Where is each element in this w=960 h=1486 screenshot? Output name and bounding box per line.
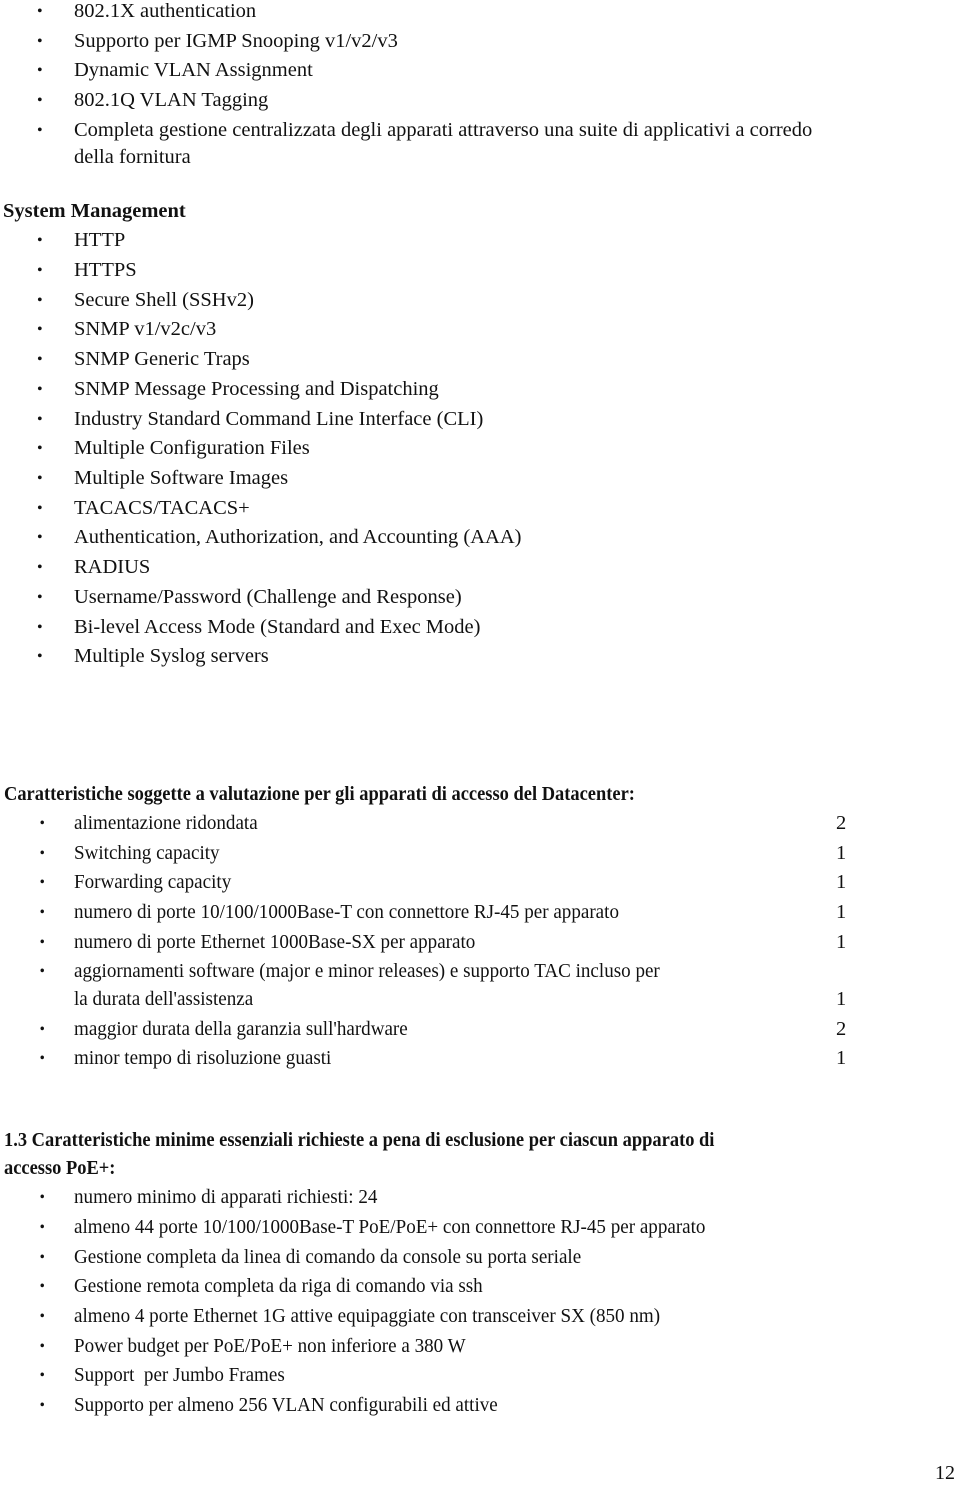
list-item: • Dynamic VLAN Assignment bbox=[37, 56, 313, 86]
score-value: 2 bbox=[836, 1018, 847, 1040]
list-item-continuation: la durata dell'assistenza bbox=[74, 988, 254, 1010]
list-item: • RADIUS bbox=[37, 553, 150, 583]
list-item: • Gestione completa da linea di comando d… bbox=[40, 1243, 582, 1273]
list-item: • alimentazione ridondata bbox=[40, 809, 258, 839]
list-item: • Gestione remota completa da riga di com… bbox=[40, 1272, 483, 1302]
list-item: • almeno 4 porte Ethernet 1G attive equip… bbox=[40, 1302, 660, 1332]
list-item: • HTTPS bbox=[37, 256, 137, 286]
page-number: 12 bbox=[935, 1462, 955, 1484]
bullet-icon: • bbox=[39, 1397, 45, 1414]
bullet-icon: • bbox=[37, 440, 43, 457]
bullet-icon: • bbox=[39, 874, 45, 891]
bullet-icon: • bbox=[37, 381, 43, 398]
document-page: • 802.1X authentication • Supporto per IGM… bbox=[0, 0, 960, 1486]
list-item: • minor tempo di risoluzione guasti bbox=[40, 1044, 332, 1074]
bullet-icon: • bbox=[39, 1308, 45, 1325]
bullet-icon: • bbox=[39, 815, 45, 832]
list-item: • Industry Standard Command Line Interfac… bbox=[37, 405, 483, 435]
bullet-icon: • bbox=[39, 1189, 45, 1206]
bullet-icon: • bbox=[37, 470, 43, 487]
list-item: • Multiple Software Images bbox=[37, 464, 288, 494]
bullet-icon: • bbox=[39, 1219, 45, 1236]
bullet-icon: • bbox=[37, 559, 43, 576]
list-item: • Supporto per almeno 256 VLAN configurab… bbox=[40, 1391, 498, 1421]
bullet-icon: • bbox=[37, 589, 43, 606]
bullet-icon: • bbox=[39, 1278, 45, 1295]
score-value: 1 bbox=[836, 931, 847, 953]
bullet-icon: • bbox=[39, 904, 45, 921]
bullet-icon: • bbox=[37, 62, 43, 79]
score-value: 1 bbox=[836, 871, 847, 893]
bullet-icon: • bbox=[39, 1338, 45, 1355]
list-item: • SNMP v1/v2c/v3 bbox=[37, 315, 216, 345]
bullet-icon: • bbox=[37, 92, 43, 109]
list-item: • SNMP Message Processing and Dispatching bbox=[37, 375, 439, 405]
list-item: • TACACS/TACACS+ bbox=[37, 494, 250, 524]
bullet-icon: • bbox=[39, 963, 45, 980]
list-item: • HTTP bbox=[37, 226, 125, 256]
bullet-icon: • bbox=[37, 33, 43, 50]
list-item: • Multiple Configuration Files bbox=[37, 434, 310, 464]
bullet-icon: • bbox=[39, 845, 45, 862]
list-item: • 802.1X authentication bbox=[37, 0, 256, 27]
bullet-icon: • bbox=[37, 500, 43, 517]
bullet-icon: • bbox=[37, 292, 43, 309]
bullet-icon: • bbox=[37, 351, 43, 368]
list-item: • Forwarding capacity bbox=[40, 868, 232, 898]
list-item: • Power budget per PoE/PoE+ non inferiore… bbox=[40, 1332, 466, 1362]
bullet-icon: • bbox=[37, 411, 43, 428]
score-value: 2 bbox=[836, 812, 847, 834]
score-value: 1 bbox=[836, 1047, 847, 1069]
section-heading-1-3: 1.3 Caratteristiche minime essenziali ri… bbox=[4, 1129, 715, 1151]
bullet-icon: • bbox=[37, 321, 43, 338]
bullet-icon: • bbox=[37, 529, 43, 546]
list-item: • Switching capacity bbox=[40, 839, 220, 869]
bullet-icon: • bbox=[37, 3, 43, 20]
section-heading-evaluation: Caratteristiche soggette a valutazione p… bbox=[4, 783, 635, 805]
list-item: • Authentication, Authorization, and Acco… bbox=[37, 523, 522, 553]
list-item: • numero di porte 10/100/1000Base-T con c… bbox=[40, 898, 619, 928]
list-item: • SNMP Generic Traps bbox=[37, 345, 250, 375]
list-item: • Secure Shell (SSHv2) bbox=[37, 286, 254, 316]
score-value: 1 bbox=[836, 988, 847, 1010]
score-value: 1 bbox=[836, 842, 847, 864]
list-item-continuation: della fornitura bbox=[74, 146, 191, 168]
list-item: • almeno 44 porte 10/100/1000Base-T PoE/P… bbox=[40, 1213, 706, 1243]
list-item: • 802.1Q VLAN Tagging bbox=[37, 86, 268, 116]
list-item: • Completa gestione centralizzata degli a… bbox=[37, 116, 812, 146]
bullet-icon: • bbox=[39, 1021, 45, 1038]
bullet-icon: • bbox=[39, 1249, 45, 1266]
list-item: • Supporto per IGMP Snooping v1/v2/v3 bbox=[37, 27, 398, 57]
bullet-icon: • bbox=[39, 1367, 45, 1384]
list-item: • Support per Jumbo Frames bbox=[40, 1361, 285, 1391]
list-item: • Bi-level Access Mode (Standard and Exec… bbox=[37, 613, 480, 643]
list-item: • Username/Password (Challenge and Respon… bbox=[37, 583, 462, 613]
list-item: • aggiornamenti software (major e minor r… bbox=[40, 957, 660, 987]
list-item: • Multiple Syslog servers bbox=[37, 642, 269, 672]
list-item: • numero di porte Ethernet 1000Base-SX pe… bbox=[40, 928, 476, 958]
bullet-icon: • bbox=[37, 122, 43, 139]
bullet-icon: • bbox=[39, 1050, 45, 1067]
bullet-icon: • bbox=[37, 232, 43, 249]
list-item: • numero minimo di apparati richiesti: 24 bbox=[40, 1183, 378, 1213]
bullet-icon: • bbox=[37, 648, 43, 665]
bullet-icon: • bbox=[37, 619, 43, 636]
list-item: • maggior durata della garanzia sull'hard… bbox=[40, 1015, 408, 1045]
bullet-icon: • bbox=[37, 262, 43, 279]
score-value: 1 bbox=[836, 901, 847, 923]
bullet-icon: • bbox=[39, 934, 45, 951]
section-heading-system-management: System Management bbox=[3, 200, 186, 222]
section-heading-1-3-cont: accesso PoE+: bbox=[4, 1157, 116, 1179]
